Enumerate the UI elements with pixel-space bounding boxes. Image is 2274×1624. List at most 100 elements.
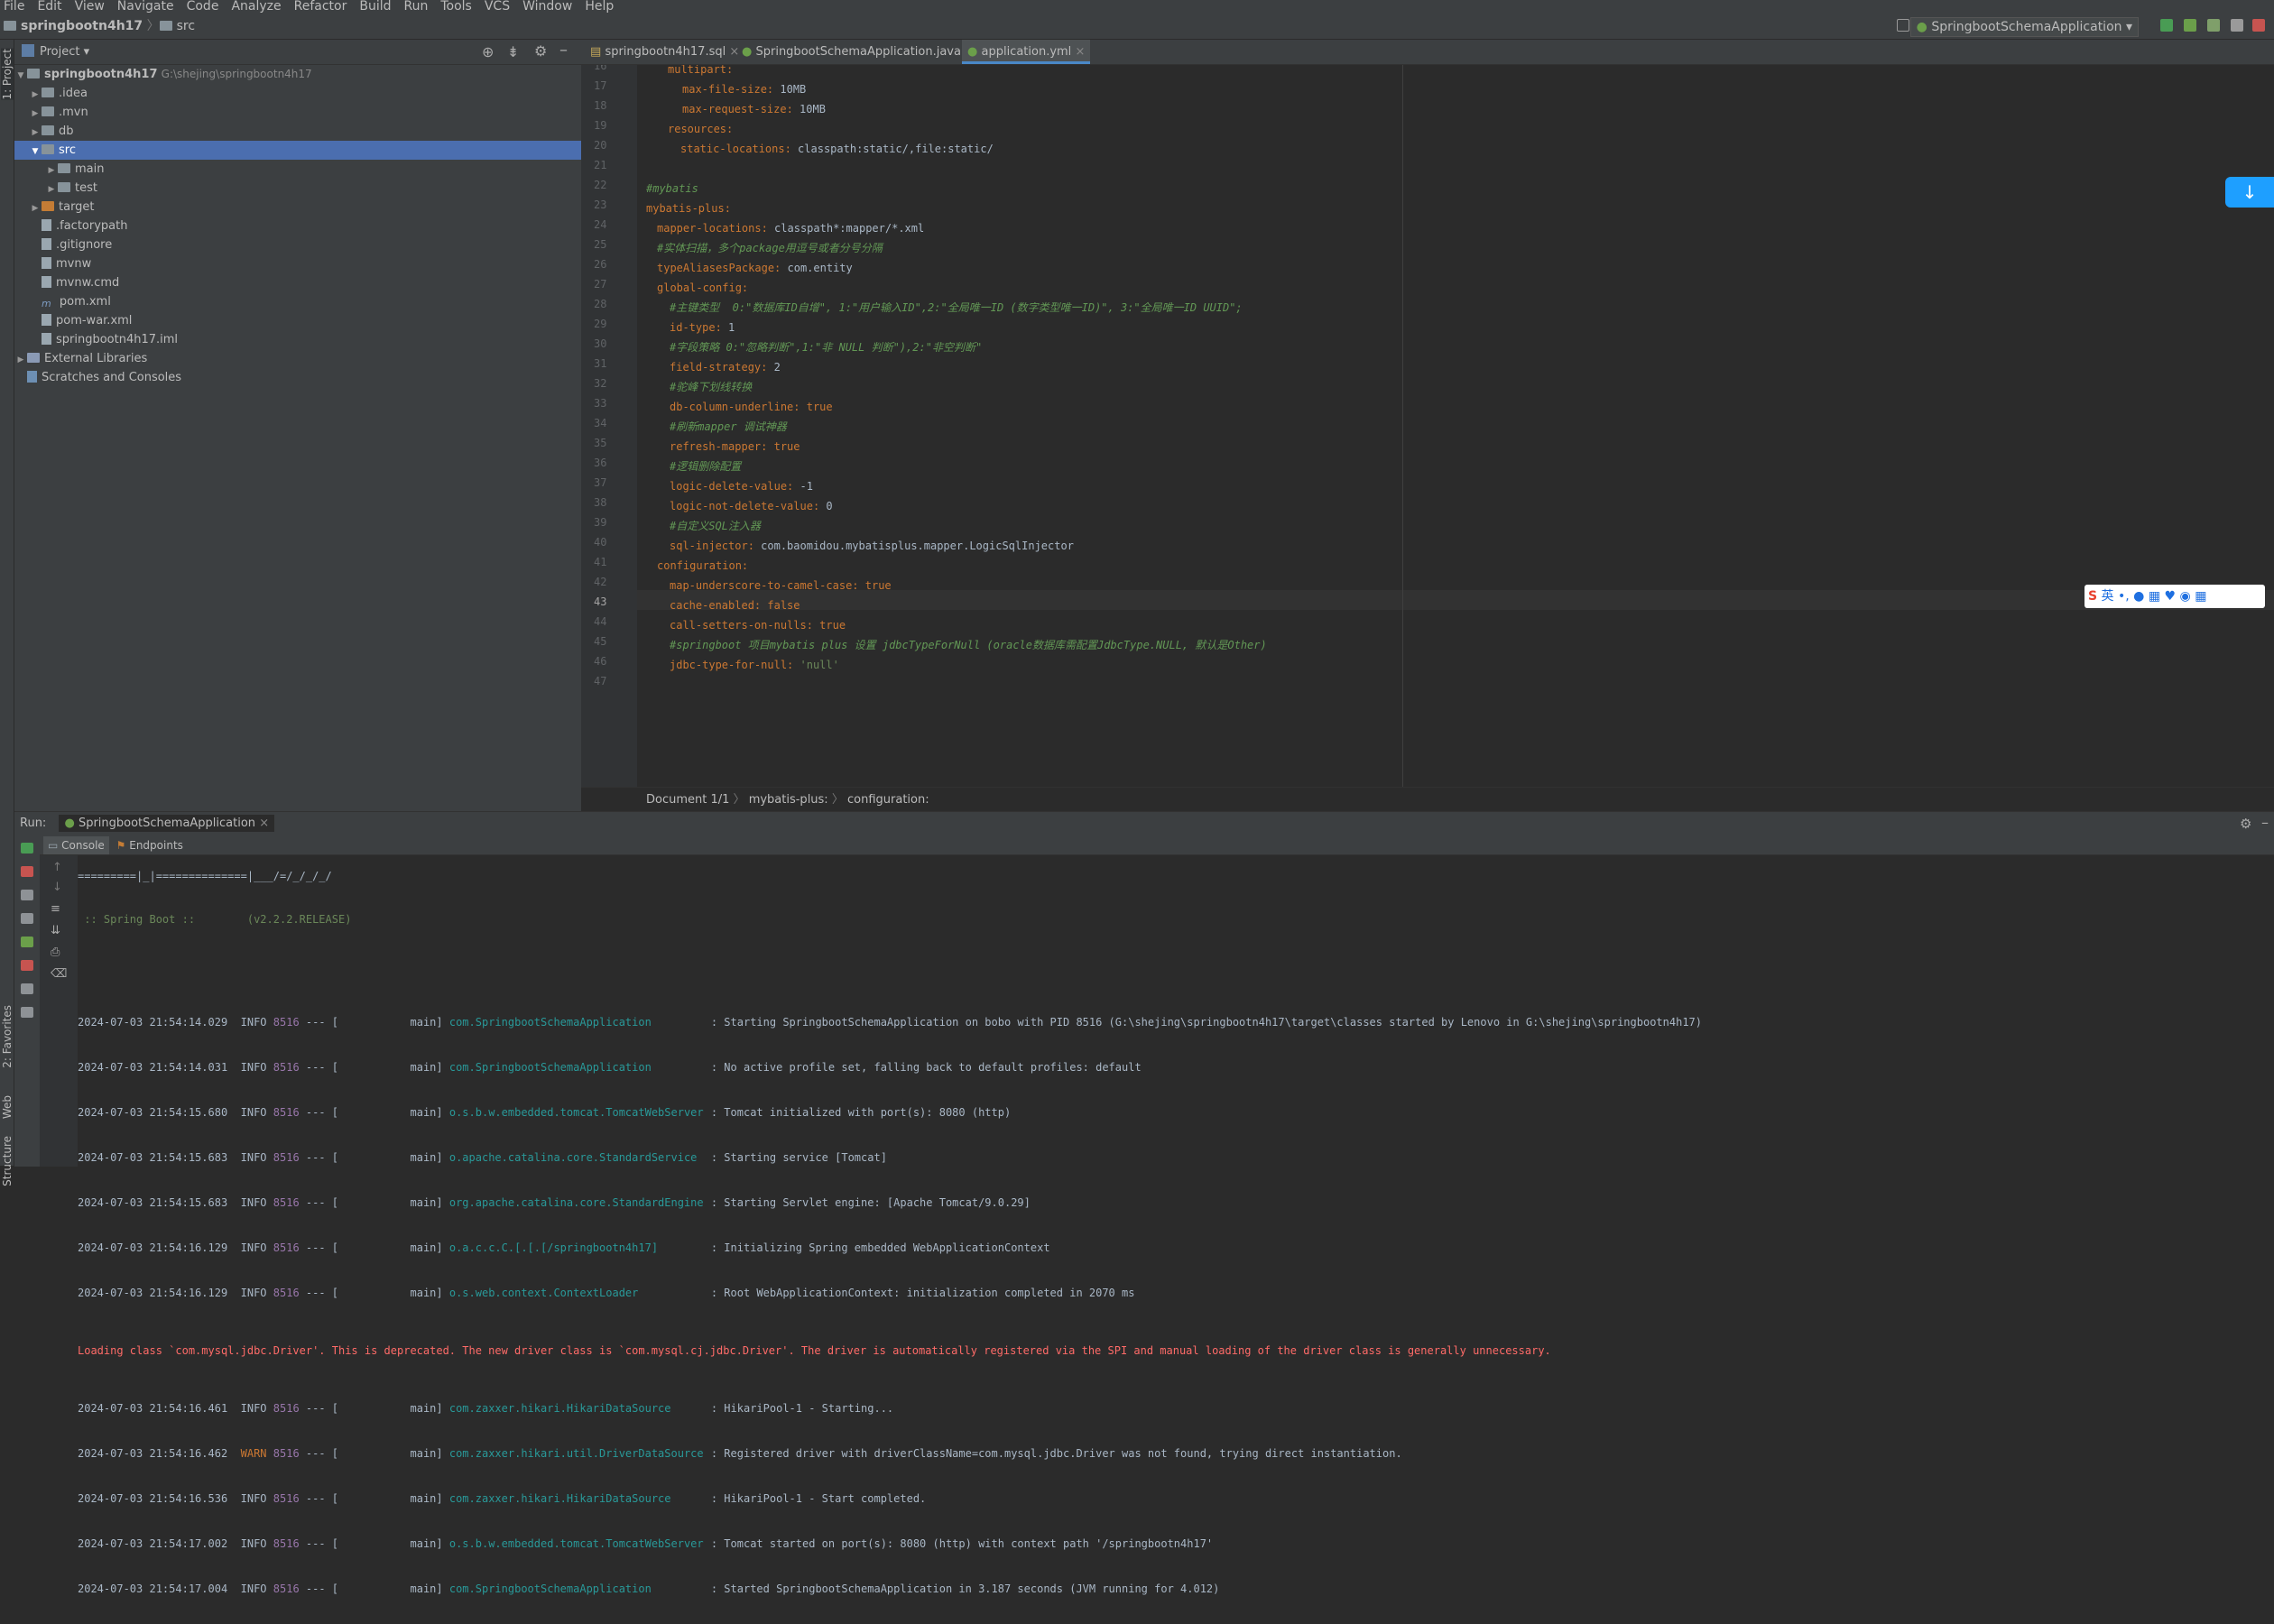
chevron-down-icon[interactable]: ▼ xyxy=(14,67,27,86)
chevron-right-icon[interactable]: ▶ xyxy=(29,199,42,218)
project-structure-icon[interactable] xyxy=(1897,19,1909,32)
menu-edit[interactable]: Edit xyxy=(37,0,61,14)
tool-tab-structure[interactable]: Structure xyxy=(1,1136,14,1186)
tree-item-idea[interactable]: ▶ .idea xyxy=(14,84,581,103)
menu-run[interactable]: Run xyxy=(404,0,429,14)
run-configuration-select[interactable]: ● SpringbootSchemaApplication ▾ xyxy=(1909,17,2139,37)
breadcrumb-src[interactable]: src xyxy=(177,19,195,33)
chevron-right-icon[interactable]: ▶ xyxy=(14,351,27,370)
menu-help[interactable]: Help xyxy=(585,0,614,14)
chevron-right-icon[interactable]: ▶ xyxy=(29,105,42,124)
breadcrumb-configuration[interactable]: configuration: xyxy=(847,793,929,807)
stop-icon[interactable] xyxy=(21,866,33,877)
hide-panel-icon[interactable]: – xyxy=(559,41,568,60)
tree-item-db[interactable]: ▶ db xyxy=(14,122,581,141)
camera-icon[interactable] xyxy=(21,913,33,924)
exit-icon[interactable] xyxy=(21,960,33,971)
microphone-icon[interactable]: ● xyxy=(2133,589,2144,604)
tree-root[interactable]: ▼ springbootn4h17 G:\shejing\springbootn4… xyxy=(14,65,581,84)
tab-sql[interactable]: ▤ springbootn4h17.sql × xyxy=(585,40,744,64)
locate-icon[interactable]: ⊕ xyxy=(482,43,494,60)
menu-tools[interactable]: Tools xyxy=(440,0,472,14)
console-error-line: Loading class `com.mysql.jdbc.Driver'. T… xyxy=(78,1344,1551,1357)
menu-code[interactable]: Code xyxy=(187,0,219,14)
menu-view[interactable]: View xyxy=(75,0,105,14)
scroll-end-icon[interactable]: ⇊ xyxy=(51,924,60,937)
keyboard-icon[interactable]: ▦ xyxy=(2149,589,2160,604)
collapse-all-icon[interactable]: ⇟ xyxy=(507,43,519,60)
tree-item-iml[interactable]: springbootn4h17.iml xyxy=(14,330,581,349)
stop-icon[interactable] xyxy=(2252,19,2265,32)
ime-toolbar[interactable]: S 英 •, ● ▦ ♥ ◉ ▦ xyxy=(2084,585,2265,608)
breadcrumb-mybatis-plus[interactable]: mybatis-plus: xyxy=(749,793,828,807)
ime-mode-label[interactable]: 英 xyxy=(2102,589,2114,604)
tab-application-yml[interactable]: ● application.yml × xyxy=(962,40,1091,64)
menu-vcs[interactable]: VCS xyxy=(485,0,510,14)
tab-java[interactable]: ● SpringbootSchemaApplication.java × xyxy=(736,40,980,64)
layout-icon[interactable] xyxy=(21,983,33,994)
coverage-icon[interactable] xyxy=(2207,19,2220,32)
chevron-right-icon[interactable]: ▶ xyxy=(29,124,42,143)
chevron-down-icon[interactable]: ▼ xyxy=(29,143,42,161)
tab-console[interactable]: ▭ Console xyxy=(43,836,109,854)
code-area[interactable]: 16 multipart: 17 max-file-size: 10MB 18 max… xyxy=(581,65,2274,787)
clear-icon[interactable]: ⌫ xyxy=(51,967,67,981)
game-icon[interactable]: ◉ xyxy=(2180,589,2191,604)
profile-icon[interactable] xyxy=(2231,19,2243,32)
tree-item-main[interactable]: ▶ main xyxy=(14,160,581,179)
tree-item-gitignore[interactable]: .gitignore xyxy=(14,235,581,254)
rerun-icon[interactable] xyxy=(21,843,33,854)
tree-item-external-libraries[interactable]: ▶ External Libraries xyxy=(14,349,581,368)
menu-navigate[interactable]: Navigate xyxy=(117,0,174,14)
menu-analyze[interactable]: Analyze xyxy=(231,0,281,14)
run-tab[interactable]: ● SpringbootSchemaApplication × xyxy=(59,815,275,832)
tree-item-label: db xyxy=(59,125,74,138)
skin-icon[interactable]: ♥ xyxy=(2165,589,2177,604)
tree-item-pom-war-xml[interactable]: pom-war.xml xyxy=(14,311,581,330)
up-arrow-icon[interactable]: ↑ xyxy=(52,861,62,874)
tree-item-pom-xml[interactable]: m pom.xml xyxy=(14,292,581,311)
pause-icon[interactable] xyxy=(21,890,33,900)
tree-item-factorypath[interactable]: .factorypath xyxy=(14,217,581,235)
pin-icon[interactable] xyxy=(21,1007,33,1018)
scroll-down-button[interactable]: ↓ xyxy=(2225,177,2274,208)
menu-refactor[interactable]: Refactor xyxy=(294,0,347,14)
console-output[interactable]: =========|_|==============|___/=/_/_/_/ … xyxy=(78,866,1702,1624)
tab-endpoints[interactable]: ⚑ Endpoints xyxy=(116,839,183,852)
down-arrow-icon[interactable]: ↓ xyxy=(52,881,62,894)
tool-tab-favorites[interactable]: 2: Favorites xyxy=(1,1005,14,1068)
soft-wrap-icon[interactable]: ≡ xyxy=(51,902,60,916)
project-view-selector[interactable]: Project ▾ xyxy=(40,40,89,65)
breadcrumb-project[interactable]: springbootn4h17 xyxy=(21,19,143,33)
tree-item-mvnw[interactable]: mvnw xyxy=(14,254,581,273)
chevron-right-icon[interactable]: ▶ xyxy=(45,161,58,180)
tree-item-scratches[interactable]: Scratches and Consoles xyxy=(14,368,581,387)
menu-build[interactable]: Build xyxy=(359,0,391,14)
gear-icon[interactable]: ⚙ xyxy=(2240,812,2251,835)
chevron-right-icon[interactable]: ▶ xyxy=(29,86,42,105)
close-icon[interactable]: × xyxy=(1075,45,1085,59)
gear-icon[interactable]: ⚙ xyxy=(534,42,547,60)
hide-panel-icon[interactable]: – xyxy=(2261,811,2269,835)
update-icon[interactable] xyxy=(21,937,33,947)
tree-item-target[interactable]: ▶ target xyxy=(14,198,581,217)
menu-window[interactable]: Window xyxy=(522,0,572,14)
tool-tab-web[interactable]: Web xyxy=(1,1095,14,1119)
chevron-right-icon[interactable]: ▶ xyxy=(45,180,58,199)
grid-icon[interactable]: ▦ xyxy=(2195,589,2206,604)
breadcrumb-document[interactable]: Document 1/1 xyxy=(646,793,729,807)
close-icon[interactable]: × xyxy=(259,817,269,830)
punctuation-icon[interactable]: •, xyxy=(2118,589,2130,604)
print-icon[interactable]: ⎙ xyxy=(51,946,60,959)
tree-item-mvn[interactable]: ▶ .mvn xyxy=(14,103,581,122)
debug-icon[interactable] xyxy=(2184,19,2196,32)
menu-file[interactable]: File xyxy=(4,0,24,14)
tree-item-src[interactable]: ▼ src xyxy=(14,141,581,160)
file-icon xyxy=(42,219,51,231)
log-message: : Starting service [Tomcat] xyxy=(710,1151,887,1164)
tool-tab-project[interactable]: 1: Project xyxy=(1,49,14,100)
tree-item-mvnw-cmd[interactable]: mvnw.cmd xyxy=(14,273,581,292)
tree-item-test[interactable]: ▶ test xyxy=(14,179,581,198)
run-icon[interactable] xyxy=(2160,19,2173,32)
folder-icon xyxy=(42,106,54,116)
